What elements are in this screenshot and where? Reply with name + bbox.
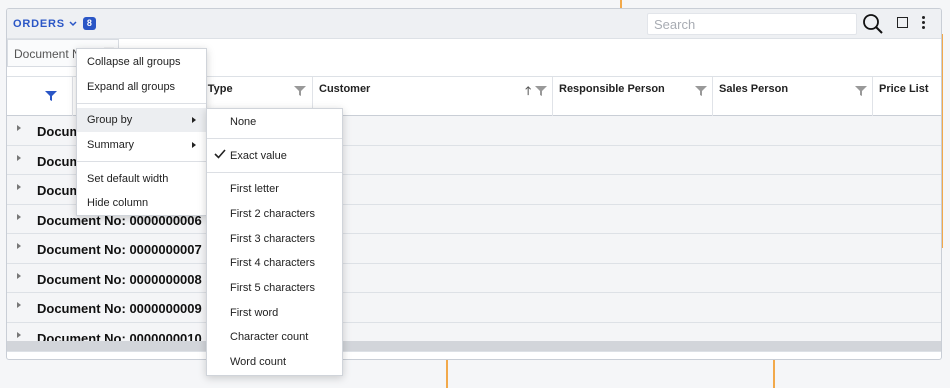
filter-icon[interactable]	[535, 85, 547, 97]
menu-label: Character count	[230, 331, 309, 343]
submenu-item-first-2-characters[interactable]: First 2 characters	[207, 202, 342, 226]
filter-icon[interactable]	[855, 85, 867, 97]
caret-right-icon[interactable]	[17, 243, 21, 249]
column-label: Customer	[319, 83, 371, 95]
panel-header: ORDERS 8	[7, 9, 941, 39]
menu-label: Summary	[87, 139, 135, 151]
submenu-item-first-letter[interactable]: First letter	[207, 177, 342, 201]
menu-item-summary[interactable]: Summary	[77, 133, 206, 157]
filter-icon[interactable]	[695, 85, 707, 97]
menu-label: Hide column	[87, 197, 149, 209]
submenu-item-exact-value[interactable]: Exact value	[207, 144, 342, 168]
submenu-item-first-4-characters[interactable]: First 4 characters	[207, 251, 342, 275]
menu-divider	[77, 161, 206, 162]
group-label: Document No: 0000000008	[37, 271, 202, 287]
column-header-responsible-person[interactable]: Responsible Person	[552, 77, 712, 116]
chevron-right-icon	[192, 117, 196, 123]
submenu-item-first-3-characters[interactable]: First 3 characters	[207, 227, 342, 251]
caret-right-icon[interactable]	[17, 272, 21, 279]
menu-item-collapse-all[interactable]: Collapse all groups	[77, 50, 206, 74]
submenu-item-word-count[interactable]: Word count	[207, 350, 342, 374]
submenu-item-character-count[interactable]: Character count	[207, 325, 342, 349]
more-vertical-icon[interactable]	[920, 15, 926, 31]
submenu-item-first-word[interactable]: First word	[207, 301, 342, 325]
group-by-submenu: None Exact value First letter First 2 ch…	[206, 108, 343, 376]
submenu-item-none[interactable]: None	[207, 110, 342, 134]
chevron-down-icon	[69, 20, 77, 26]
count-badge: 8	[82, 17, 96, 30]
menu-label: First word	[230, 307, 279, 319]
submenu-item-first-5-characters[interactable]: First 5 characters	[207, 276, 342, 300]
menu-label: Set default width	[87, 173, 169, 185]
caret-right-icon[interactable]	[17, 184, 21, 190]
orders-title-button[interactable]: ORDERS 8	[13, 17, 96, 30]
menu-item-hide-column[interactable]: Hide column	[77, 191, 206, 215]
caret-right-icon[interactable]	[17, 154, 21, 161]
panel-title: ORDERS	[13, 17, 65, 30]
column-header-customer[interactable]: Customer	[312, 77, 552, 116]
horizontal-scrollbar[interactable]	[7, 341, 941, 351]
menu-item-set-default-width[interactable]: Set default width	[77, 167, 206, 191]
caret-right-icon[interactable]	[17, 302, 21, 308]
column-header-sales-person[interactable]: Sales Person	[712, 77, 872, 116]
caret-right-icon[interactable]	[17, 125, 21, 131]
search-icon[interactable]	[862, 13, 884, 35]
menu-item-expand-all[interactable]: Expand all groups	[77, 75, 206, 99]
menu-label: First 4 characters	[230, 257, 315, 269]
column-label: Sales Person	[719, 83, 789, 95]
column-label: Responsible Person	[559, 83, 665, 95]
menu-label: None	[230, 116, 257, 128]
group-row[interactable]: Document No: 0000000007	[7, 234, 941, 264]
filter-icon[interactable]	[45, 90, 57, 102]
caret-right-icon[interactable]	[17, 331, 21, 338]
menu-label: First 2 characters	[230, 208, 315, 220]
menu-label: First letter	[230, 183, 279, 195]
group-row[interactable]: Document No: 0000000008	[7, 263, 941, 293]
column-header-price-list[interactable]: Price List	[872, 77, 941, 116]
menu-divider	[207, 172, 342, 173]
menu-label: Expand all groups	[87, 81, 176, 93]
chevron-right-icon	[192, 142, 196, 148]
menu-divider	[77, 103, 206, 104]
group-row[interactable]: Document No: 0000000009	[7, 293, 941, 323]
check-icon	[214, 149, 226, 159]
filter-icon[interactable]	[294, 85, 306, 97]
group-label: Document No: 0000000009	[37, 301, 202, 316]
menu-item-group-by[interactable]: Group by	[77, 108, 206, 132]
search-input[interactable]	[647, 13, 857, 35]
sort-up-icon[interactable]	[524, 85, 534, 97]
group-label: Document No: 0000000007	[37, 242, 202, 257]
menu-label: Word count	[230, 356, 287, 368]
menu-label: Exact value	[230, 150, 287, 162]
menu-label: Collapse all groups	[87, 56, 181, 68]
menu-label: First 3 characters	[230, 233, 315, 245]
caret-right-icon[interactable]	[17, 213, 21, 220]
group-chip-label: Document N	[14, 47, 81, 61]
menu-divider	[207, 138, 342, 139]
column-context-menu: Collapse all groups Expand all groups Gr…	[76, 48, 207, 216]
column-label: Price List	[879, 83, 929, 95]
menu-label: Group by	[87, 114, 133, 126]
square-icon[interactable]	[897, 17, 908, 28]
menu-label: First 5 characters	[230, 282, 315, 294]
connector-line	[773, 358, 775, 388]
connector-line	[446, 358, 448, 388]
